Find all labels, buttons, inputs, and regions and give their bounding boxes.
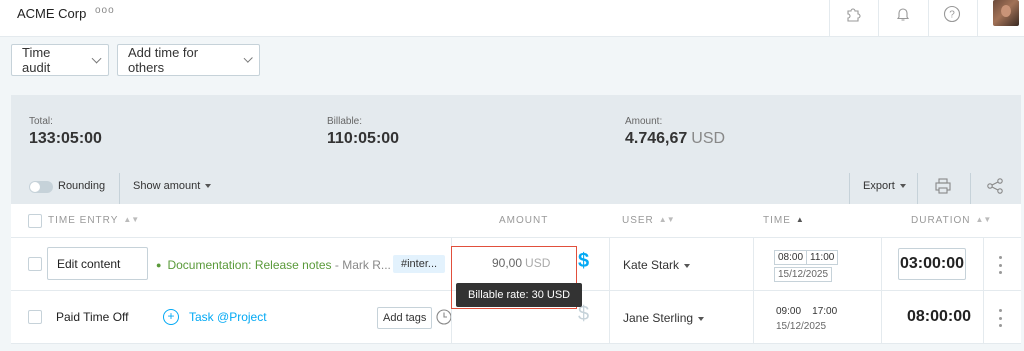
start-time[interactable]: 09:00 [776,306,801,317]
divider [849,173,850,204]
tag-chip[interactable]: #inter... [393,255,446,273]
amount-label: Amount: [625,116,663,127]
show-amount-dropdown[interactable]: Show amount [133,180,212,192]
divider [878,0,879,37]
divider [609,238,610,291]
plus-circle-icon: + [163,309,179,325]
divider [917,173,918,204]
divider [928,0,929,37]
summary-panel: Total: 133:05:00 Billable: 110:05:00 Amo… [11,95,1021,204]
end-time[interactable]: 17:00 [812,306,837,317]
chevron-down-icon [92,53,102,63]
time-range[interactable]: 09:00 17:00 15/12/2025 [776,304,837,334]
divider [609,291,610,344]
user-name: Jane Sterling [623,311,694,325]
description-input[interactable]: Edit content [47,247,148,280]
bell-icon[interactable] [892,3,914,25]
caret-down-icon [899,184,906,189]
workspace-more-icon[interactable]: ooo [95,5,115,16]
col-time-label: TIME [763,215,791,226]
add-tags-button[interactable]: Add tags [377,307,433,329]
col-time-entry[interactable]: TIME ENTRY ▲▼ [48,215,139,226]
caret-down-icon [205,184,212,189]
divider [753,291,754,344]
row-checkbox[interactable] [28,310,42,324]
print-icon[interactable] [934,177,952,200]
puzzle-icon[interactable] [842,3,864,25]
divider [753,238,754,291]
add-project-link[interactable]: + Task @Project [163,309,267,325]
amount-total: 4.746,67 USD [625,130,725,148]
divider [881,291,882,344]
entry-date[interactable]: 15/12/2025 [774,267,833,282]
caret-down-icon [684,263,691,268]
task-name: - Mark R... [334,258,391,272]
more-actions-icon[interactable] [999,309,1003,327]
user-name: Kate Stark [623,258,680,272]
duration-text[interactable]: 08:00:00 [907,308,971,326]
divider [983,238,984,291]
amount-unit: USD [691,130,726,147]
end-time[interactable]: 11:00 [807,250,839,265]
duration-input[interactable]: 03:00:00 [898,248,966,280]
top-bar: ACME Corp ooo ? [0,0,1024,37]
rounding-toggle[interactable] [29,181,53,193]
export-label: Export [863,180,895,192]
workspace-name[interactable]: ACME Corp [17,6,86,21]
project-link-label: Task @Project [189,310,267,324]
start-time[interactable]: 08:00 [774,250,808,265]
project-name: Documentation: Release notes [167,258,332,272]
table-header: TIME ENTRY ▲▼ AMOUNT USER ▲▼ TIME ▲ DURATIO… [11,204,1021,238]
divider [970,173,971,204]
time-range[interactable]: 08:00 11:00 15/12/2025 [774,250,839,282]
share-icon[interactable] [986,177,1004,200]
sort-icon: ▲▼ [123,215,140,224]
billable-dollar-icon[interactable]: $ [578,250,589,273]
col-duration[interactable]: DURATION ▲▼ [911,215,991,226]
col-user-label: USER [622,215,654,226]
chevron-down-icon [243,53,253,63]
total-label: Total: [29,116,53,127]
sort-icon: ▲▼ [975,215,992,224]
add-time-for-others-label: Add time for others [128,45,199,75]
divider [983,291,984,344]
divider [977,0,978,37]
col-time[interactable]: TIME ▲ [763,215,804,226]
export-dropdown[interactable]: Export [863,180,906,192]
col-duration-label: DURATION [911,215,971,226]
col-amount: AMOUNT [499,215,549,226]
time-audit-dropdown[interactable]: Time audit [11,44,109,76]
sort-icon: ▲▼ [658,215,675,224]
rounding-label: Rounding [58,180,106,192]
entry-date[interactable]: 15/12/2025 [776,321,826,332]
caret-down-icon [698,316,705,321]
avatar[interactable] [993,0,1019,26]
project-dot-icon: ● [156,260,162,270]
user-dropdown[interactable]: Jane Sterling [623,311,705,325]
row-checkbox[interactable] [28,257,42,271]
amount-value: 4.746,67 [625,130,688,147]
help-icon[interactable]: ? [941,3,963,25]
billable-value: 110:05:00 [327,130,400,147]
select-all-checkbox[interactable] [28,214,42,228]
sort-up-icon: ▲ [795,215,804,224]
col-user[interactable]: USER ▲▼ [622,215,675,226]
divider [881,238,882,291]
time-audit-label: Time audit [22,45,51,75]
user-dropdown[interactable]: Kate Stark [623,258,691,272]
show-amount-label: Show amount [133,180,201,192]
divider [829,0,830,37]
divider [119,173,120,204]
total-value: 133:05:00 [29,130,102,147]
billable-label: Billable: [327,116,363,127]
svg-text:?: ? [949,10,955,21]
description-text[interactable]: Paid Time Off [56,310,128,324]
billable-rate-tooltip: Billable rate: 30 USD [456,283,583,307]
more-actions-icon[interactable] [999,256,1003,274]
col-time-entry-label: TIME ENTRY [48,215,119,226]
project-picker[interactable]: ● Documentation: Release notes - Mark R..… [156,258,391,272]
add-time-for-others-dropdown[interactable]: Add time for others [117,44,260,76]
